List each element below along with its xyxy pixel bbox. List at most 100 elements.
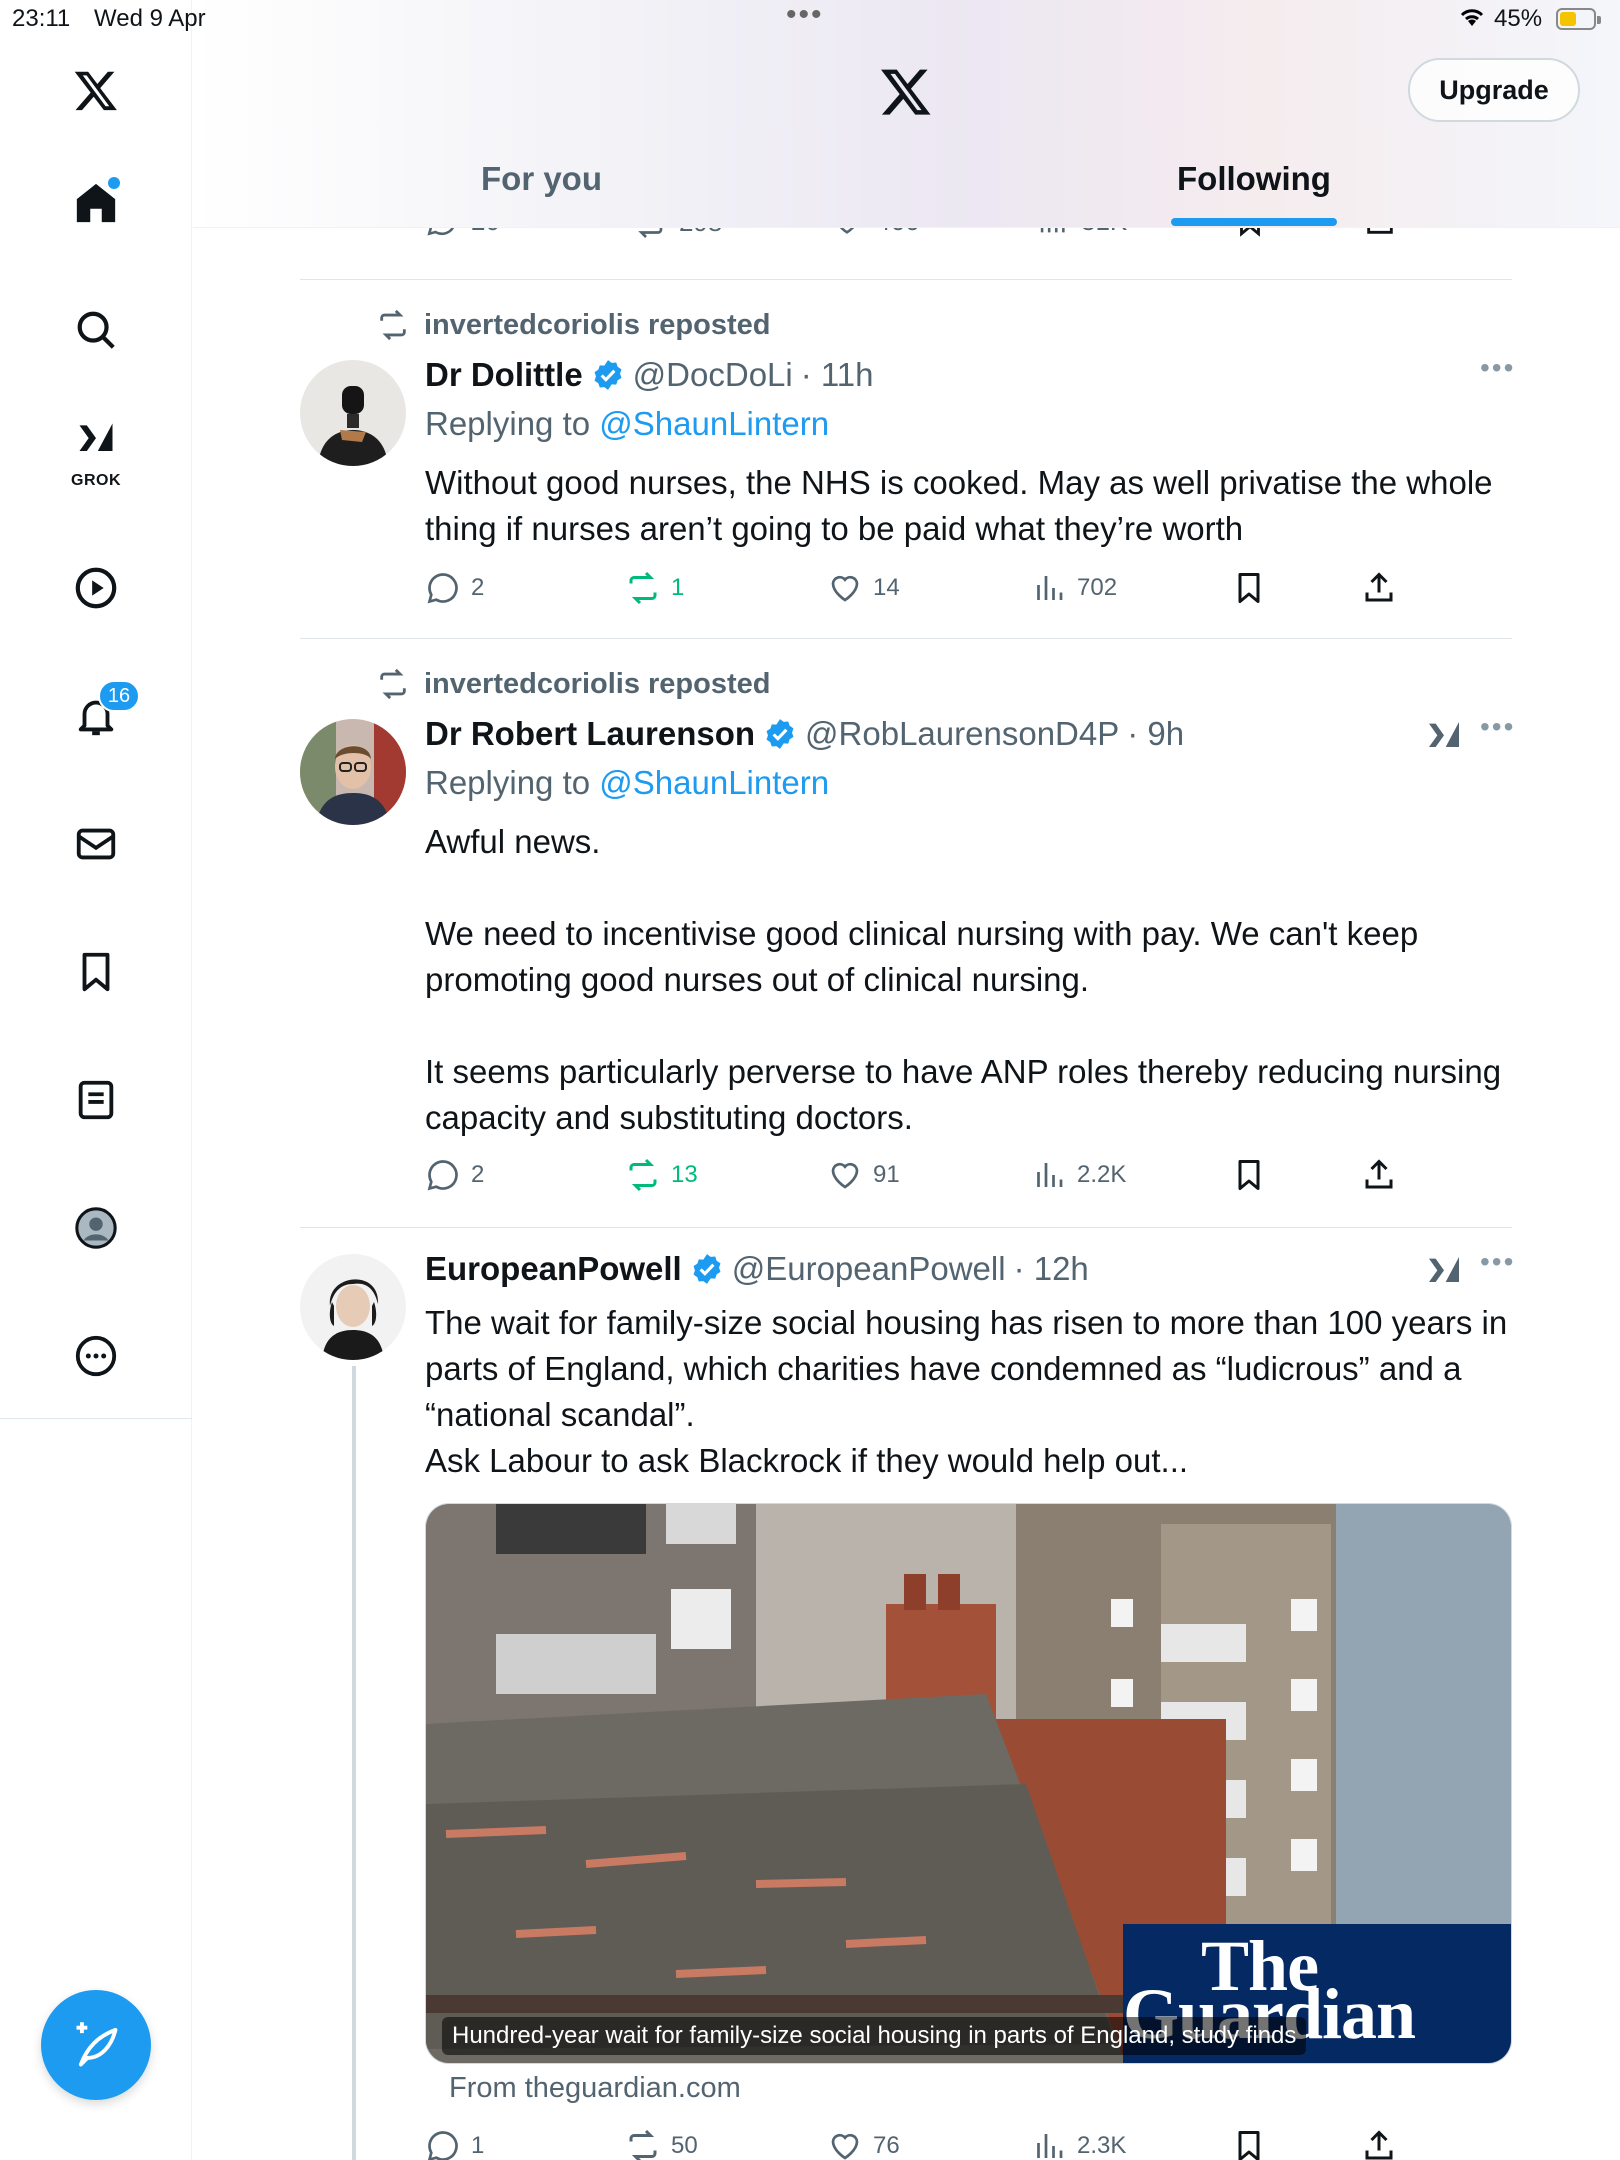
tweet-text: Awful news. We need to incentivise good … [425, 823, 1502, 1136]
tweet-actions: 2 13 91 2.2K [425, 1157, 1425, 1197]
bookmark-icon [1238, 573, 1260, 603]
author-name[interactable]: Dr Dolittle [425, 356, 583, 394]
grok-icon[interactable]: GROK [66, 422, 126, 489]
tweet-text: Without good nurses, the NHS is cooked. … [425, 464, 1493, 547]
repost-icon [380, 668, 406, 700]
author-handle[interactable]: @EuropeanPowell [732, 1250, 1006, 1288]
status-time: 23:11 [12, 5, 71, 32]
bookmark-icon [1238, 2131, 1260, 2160]
bookmark-button[interactable] [1231, 570, 1267, 606]
repost-button[interactable]: 13 [625, 1157, 698, 1193]
reply-icon [427, 2131, 458, 2160]
repost-indicator: invertedcoriolis reposted [376, 308, 771, 342]
tweet-more-icon[interactable]: ••• [1480, 1246, 1515, 1278]
heart-icon [831, 2133, 859, 2160]
views-icon [1037, 576, 1063, 600]
like-button[interactable]: 14 [827, 570, 900, 606]
replying-to-mention[interactable]: @ShaunLintern [599, 405, 829, 442]
grok-explain-icon[interactable] [1424, 717, 1464, 757]
like-button[interactable]: 91 [827, 1157, 900, 1193]
replying-to-mention[interactable]: @ShaunLintern [599, 764, 829, 801]
heart-icon [831, 575, 859, 602]
tweet-time: · 11h [800, 356, 874, 393]
compose-post-button[interactable] [41, 1990, 151, 2100]
tweet[interactable]: invertedcoriolis reposted Dr Dolittle @D… [300, 280, 1515, 638]
grok-explain-icon[interactable] [1424, 1252, 1464, 1292]
heart-icon [831, 1162, 859, 1189]
bookmark-icon [1238, 1160, 1260, 1190]
tab-for-you[interactable]: For you [481, 160, 602, 198]
reply-button[interactable]: 2 [425, 570, 484, 606]
sidebar: GROK 16 [0, 0, 192, 2160]
repost-icon [629, 1158, 657, 1192]
messages-icon[interactable] [66, 814, 126, 874]
thread-line [352, 1366, 356, 2160]
tweet[interactable]: invertedcoriolis reposted Dr Robert Laur… [300, 639, 1515, 1227]
lists-icon[interactable] [66, 1070, 126, 1130]
active-tab-indicator [1171, 218, 1337, 226]
grok-label: GROK [71, 472, 121, 489]
reply-button[interactable]: 1 [425, 2128, 484, 2160]
tweet-text: The wait for family-size social housing … [425, 1304, 1508, 1479]
tweet-actions: 2 1 14 702 [425, 570, 1425, 610]
x-logo-icon[interactable] [879, 64, 933, 118]
share-button[interactable] [1361, 1157, 1397, 1193]
avatar[interactable] [300, 719, 406, 825]
reply-icon [427, 1160, 458, 1191]
views-button[interactable]: 702 [1031, 570, 1117, 606]
multitasking-dots-icon[interactable]: ••• [786, 0, 824, 32]
verified-badge-icon [693, 1254, 721, 1284]
avatar[interactable] [300, 1254, 406, 1360]
bookmark-button[interactable] [1231, 1157, 1267, 1193]
tweet-more-icon[interactable]: ••• [1480, 352, 1515, 384]
verified-badge-icon [766, 719, 794, 749]
link-card[interactable]: The Guardian Hundred-year wait for famil… [425, 1503, 1512, 2064]
share-button[interactable] [1361, 2128, 1397, 2160]
tweet-time: · 12h [1013, 1250, 1089, 1287]
battery-percent: 45% [1494, 5, 1543, 32]
reply-button[interactable]: 2 [425, 1157, 484, 1193]
search-icon[interactable] [66, 300, 126, 360]
share-icon [1365, 2130, 1393, 2160]
sidebar-divider [0, 1418, 192, 1419]
views-icon [1037, 1163, 1063, 1187]
upgrade-button[interactable]: Upgrade [1408, 58, 1580, 122]
tweet-more-icon[interactable]: ••• [1480, 711, 1515, 743]
bookmark-button[interactable] [1231, 2128, 1267, 2160]
status-date: Wed 9 Apr [94, 5, 206, 32]
videos-icon[interactable] [66, 558, 126, 618]
more-icon[interactable] [66, 1326, 126, 1386]
author-handle[interactable]: @DocDoLi [633, 356, 793, 394]
author-name[interactable]: EuropeanPowell [425, 1250, 682, 1288]
x-logo-icon[interactable] [66, 60, 126, 120]
share-button[interactable] [1361, 570, 1397, 606]
repost-icon [380, 309, 406, 341]
like-button[interactable]: 76 [827, 2128, 900, 2160]
home-icon[interactable] [66, 173, 126, 233]
profile-icon[interactable] [66, 1198, 126, 1258]
battery-icon [1556, 8, 1601, 30]
repost-button[interactable]: 1 [625, 570, 684, 606]
notifications-icon[interactable]: 16 [66, 680, 140, 746]
author-name[interactable]: Dr Robert Laurenson [425, 715, 755, 753]
replying-to: Replying to @ShaunLintern [425, 764, 830, 801]
tweet-header: Dr Dolittle @DocDoLi · 11h [425, 356, 874, 394]
tweet-time: · 9h [1127, 715, 1185, 752]
author-handle[interactable]: @RobLaurensonD4P [805, 715, 1119, 753]
views-button[interactable]: 2.2K [1031, 1157, 1126, 1193]
wifi-icon [1458, 6, 1486, 35]
bookmarks-icon[interactable] [66, 942, 126, 1002]
reply-icon [427, 573, 458, 604]
share-icon [1365, 1159, 1393, 1189]
tweet-header: Dr Robert Laurenson @RobLaurensonD4P · 9… [425, 715, 1184, 753]
card-caption: Hundred-year wait for family-size social… [442, 2017, 1307, 2055]
verified-badge-icon [594, 360, 622, 390]
compose-feather-icon [76, 2022, 118, 2067]
notifications-badge: 16 [98, 680, 140, 712]
views-button[interactable]: 2.3K [1031, 2128, 1126, 2160]
avatar[interactable] [300, 360, 406, 466]
repost-button[interactable]: 50 [625, 2128, 698, 2160]
card-source-link[interactable]: From theguardian.com [449, 2072, 741, 2105]
repost-icon [629, 2129, 657, 2160]
tab-following[interactable]: Following [1177, 160, 1331, 198]
